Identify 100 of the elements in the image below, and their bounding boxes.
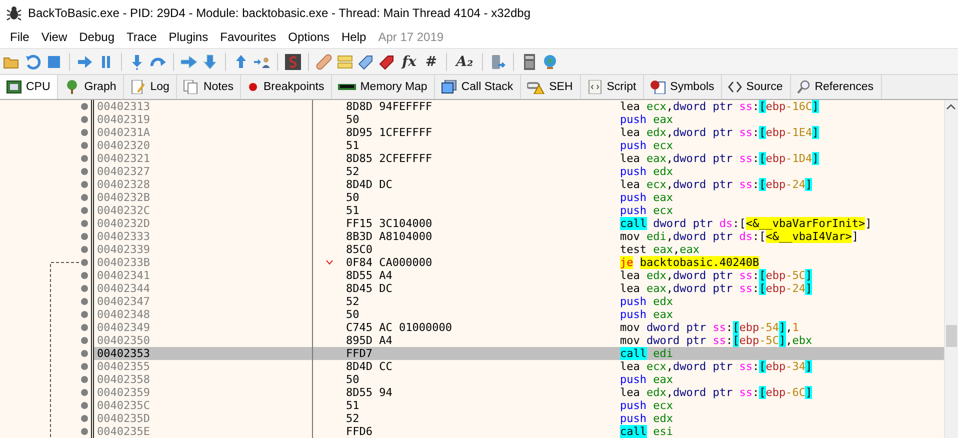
- breakpoint-dot[interactable]: [81, 350, 88, 357]
- mnemonic: lea: [620, 152, 640, 165]
- breakpoint-dot[interactable]: [81, 363, 88, 370]
- chip-icon: [6, 80, 22, 94]
- breakpoint-dot[interactable]: [81, 337, 88, 344]
- breakpoint-dot[interactable]: [81, 181, 88, 188]
- menu-item[interactable]: Options: [282, 30, 336, 44]
- breakpoint-dot[interactable]: [81, 194, 88, 201]
- segment-name: ds: [719, 217, 733, 230]
- offset: -5C: [759, 334, 779, 347]
- offset: -34: [786, 360, 806, 373]
- breakpoint-dot[interactable]: [81, 129, 88, 136]
- register: ebp: [766, 152, 786, 165]
- menu-item[interactable]: Trace: [120, 30, 163, 44]
- breakpoint-dot[interactable]: [81, 298, 88, 305]
- register: eax: [680, 243, 700, 256]
- menu-item[interactable]: File: [4, 30, 36, 44]
- right-arrow-icon[interactable]: [180, 54, 198, 70]
- offset: -16C: [786, 100, 812, 113]
- bookmark-icon[interactable]: [378, 54, 396, 70]
- breakpoint-dot[interactable]: [81, 168, 88, 175]
- punctuation: ,: [786, 321, 792, 334]
- instruction-bytes: 8D45 DC: [346, 282, 394, 295]
- breakpoint-dot[interactable]: [81, 376, 88, 383]
- register: ecx: [653, 139, 673, 152]
- mnemonic: push: [620, 295, 646, 308]
- segment-name: ss: [739, 386, 752, 399]
- segment-name: ds: [739, 230, 752, 243]
- breakpoint-dot[interactable]: [81, 402, 88, 409]
- menu-item[interactable]: Debug: [73, 30, 121, 44]
- instruction-bytes: 52: [346, 412, 360, 425]
- register: edx: [653, 165, 673, 178]
- scroll-up-icon[interactable]: [946, 104, 956, 110]
- breakpoint-dot[interactable]: [81, 142, 88, 149]
- punctuation: :: [752, 269, 760, 282]
- symbol-label: <&__vbaVarForInit>: [746, 217, 866, 230]
- breakpoint-dot[interactable]: [81, 155, 88, 162]
- tab[interactable]: CPU: [0, 75, 58, 99]
- breakpoint-dot[interactable]: [81, 259, 88, 266]
- size-keyword: dword ptr: [653, 217, 713, 230]
- punctuation: :[: [752, 230, 766, 243]
- breakpoint-dot[interactable]: [81, 103, 88, 110]
- menu-item[interactable]: Help: [336, 30, 372, 44]
- offset: -1D4: [786, 152, 812, 165]
- address: 00402348: [94, 308, 313, 321]
- instruction-bytes: 895D A4: [346, 334, 394, 347]
- mnemonic: lea: [620, 269, 640, 282]
- mnemonic: push: [620, 308, 646, 321]
- toolbar-button[interactable]: fx: [399, 52, 420, 70]
- instruction-bytes: 8D8D 94FEFFFF: [346, 100, 434, 113]
- address: 00402349: [94, 321, 313, 334]
- comment-icon[interactable]: [336, 54, 354, 70]
- breakpoint-dot[interactable]: [81, 415, 88, 422]
- size-keyword: dword ptr: [673, 360, 733, 373]
- instruction-bytes: 52: [346, 295, 360, 308]
- instruction-bytes: FFD7: [346, 347, 374, 360]
- breakpoint-dot[interactable]: [81, 311, 88, 318]
- menu-item[interactable]: View: [35, 30, 74, 44]
- breakpoint-dot[interactable]: [81, 324, 88, 331]
- breakpoint-dot[interactable]: [81, 428, 88, 435]
- breakpoint-dot[interactable]: [81, 207, 88, 214]
- s-logo-icon[interactable]: [284, 54, 302, 70]
- stop-icon[interactable]: [45, 54, 63, 70]
- mnemonic: push: [620, 113, 646, 126]
- menu-item[interactable]: Plugins: [162, 30, 214, 44]
- size-keyword: dword ptr: [673, 269, 733, 282]
- address: 0040232B: [94, 191, 313, 204]
- search-icon: [796, 80, 811, 94]
- address: 00402339: [94, 243, 313, 256]
- down-arrow-icon[interactable]: [201, 54, 219, 70]
- instruction-bytes: 8D95 1CFEFFFF: [346, 126, 434, 139]
- mnemonic: push: [620, 191, 646, 204]
- scrollbar[interactable]: [944, 100, 958, 438]
- breakpoint-dot[interactable]: [81, 220, 88, 227]
- punctuation: ,: [666, 386, 673, 399]
- right-arrow-icon[interactable]: [76, 54, 94, 70]
- toolbar-button[interactable]: A₂: [453, 52, 476, 70]
- breakpoint-dot[interactable]: [81, 285, 88, 292]
- phone-icon[interactable]: [489, 54, 508, 70]
- menu-item[interactable]: Favourites: [214, 30, 282, 44]
- toolbar-button[interactable]: #: [422, 52, 440, 70]
- mnemonic: lea: [620, 178, 640, 191]
- restart-icon[interactable]: [24, 54, 42, 70]
- instruction-bytes: 50: [346, 373, 360, 386]
- scroll-thumb[interactable]: [946, 325, 957, 347]
- address: 00402359: [94, 386, 313, 399]
- mnemonic: push: [620, 139, 646, 152]
- breakpoint-dot[interactable]: [81, 246, 88, 253]
- bracket: ]: [805, 178, 812, 191]
- breakpoint-dot[interactable]: [81, 272, 88, 279]
- offset: -24: [786, 282, 806, 295]
- punctuation: :: [752, 386, 760, 399]
- register: ebp: [766, 360, 786, 373]
- address: 0040235C: [94, 399, 313, 412]
- breakpoint-dot[interactable]: [81, 233, 88, 240]
- document-ball-icon: [650, 80, 666, 94]
- breakpoint-dot[interactable]: [81, 389, 88, 396]
- address: 0040232C: [94, 204, 313, 217]
- breakpoint-dot[interactable]: [81, 116, 88, 123]
- tag-icon[interactable]: [357, 54, 375, 70]
